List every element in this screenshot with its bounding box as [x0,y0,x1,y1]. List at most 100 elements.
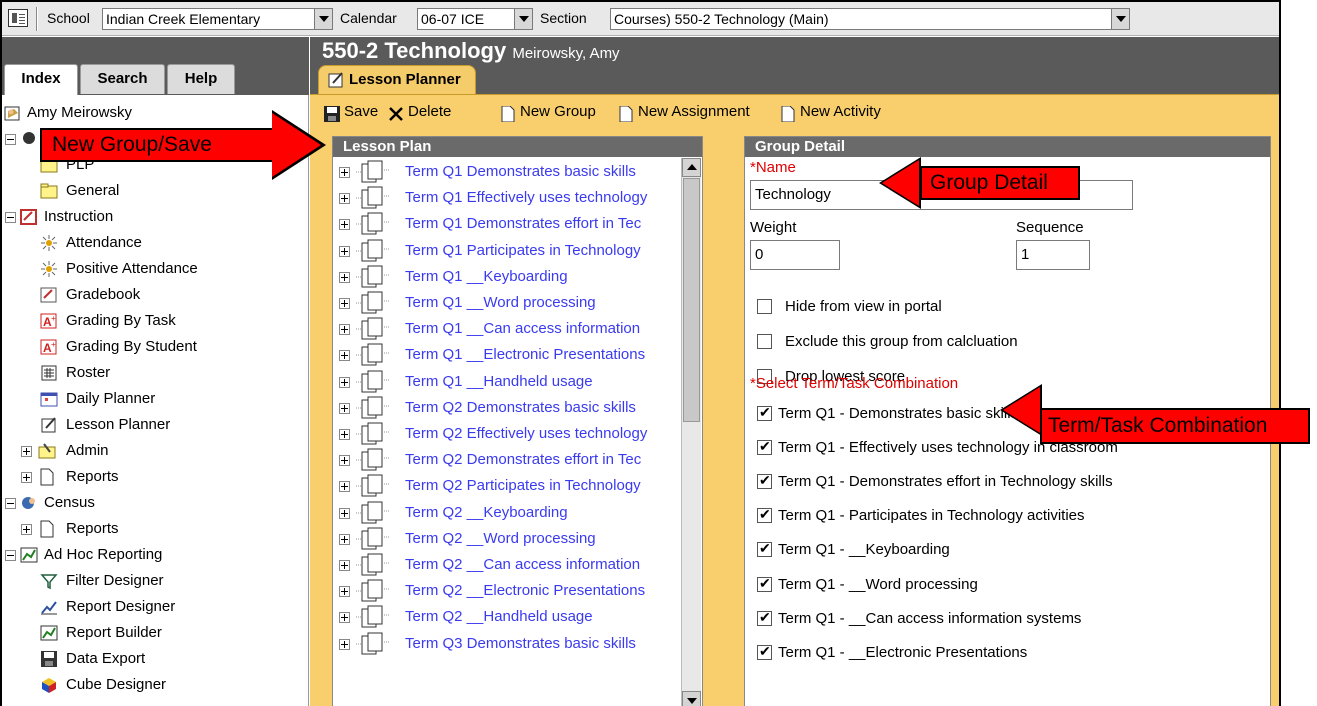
expand-icon[interactable] [339,638,350,650]
tab-index[interactable]: Index [4,64,78,95]
lesson-plan-row[interactable]: Term Q1 Demonstrates basic skills [339,159,697,185]
expand-icon[interactable] [339,219,350,231]
lesson-plan-row[interactable]: Term Q1 Participates in Technology [339,238,697,264]
calendar-select[interactable]: 06-07 ICE [417,8,533,30]
lesson-plan-row-label: Term Q1 Demonstrates basic skills [405,163,636,180]
expand-icon[interactable] [339,324,350,336]
scroll-up-icon[interactable] [682,158,701,177]
tree-item-label: Positive Attendance [66,260,198,277]
lesson-plan-row[interactable]: Term Q2 __Can access information [339,552,697,578]
expand-icon[interactable] [339,271,350,283]
report-icon [20,547,38,563]
option-label: Exclude this group from calcluation [785,333,1018,350]
lesson-item-icon [356,186,390,209]
expand-icon[interactable] [339,350,350,362]
lesson-item-icon [356,239,390,262]
term-task-checkbox[interactable] [757,575,772,592]
tab-search[interactable]: Search [80,64,165,94]
collapse-icon[interactable] [5,212,16,223]
term-task-checkbox[interactable] [757,540,772,558]
lesson-plan-row[interactable]: Term Q2 __Handheld usage [339,604,697,630]
chevron-down-icon[interactable] [514,9,532,29]
term-task-checkbox[interactable] [757,472,772,490]
expand-icon[interactable] [339,245,350,257]
lesson-plan-row[interactable]: Term Q2 __Electronic Presentations [339,578,697,604]
expand-icon[interactable] [21,472,32,483]
tab-help[interactable]: Help [167,64,235,94]
expand-icon[interactable] [339,455,350,467]
lesson-plan-row[interactable]: Term Q2 Effectively uses technology [339,421,697,447]
lesson-plan-header: Lesson Plan [333,137,702,157]
lesson-plan-row[interactable]: Term Q1 __Keyboarding [339,264,697,290]
lesson-plan-row[interactable]: Term Q2 __Keyboarding [339,500,697,526]
expand-icon[interactable] [339,612,350,624]
expand-icon[interactable] [339,376,350,388]
lesson-plan-row[interactable]: Term Q3 Demonstrates basic skills [339,631,697,657]
collapse-icon[interactable] [5,498,16,509]
term-task-checkbox[interactable] [757,506,772,524]
weight-field[interactable]: 0 [750,240,840,270]
expand-icon[interactable] [21,524,32,535]
chevron-down-icon[interactable] [314,9,332,29]
cube-icon [42,678,56,693]
scroll-down-icon[interactable] [682,691,701,706]
sequence-field[interactable]: 1 [1016,240,1090,270]
lesson-item-icon [356,527,390,550]
expand-icon[interactable] [339,167,350,178]
tab-lesson-planner[interactable]: Lesson Planner [318,65,476,95]
lesson-plan-row-label: Term Q2 __Electronic Presentations [405,582,646,600]
sidebar-toggle-icon[interactable] [8,9,28,27]
lesson-plan-row-label: Term Q1 __Can access information [405,320,641,338]
lesson-item-icon [356,579,390,602]
option-checkbox[interactable] [757,334,772,349]
expand-icon[interactable] [21,446,32,457]
nav-tabs: Index Search Help [2,37,309,95]
lesson-plan-row[interactable]: Term Q2 Demonstrates effort in Tec [339,447,697,473]
lesson-plan-row[interactable]: Term Q1 Demonstrates effort in Tec [339,211,697,237]
expand-icon[interactable] [339,560,350,571]
lesson-plan-panel: Lesson Plan Term Q1 Demonstrates basic s… [332,136,703,706]
collapse-icon[interactable] [5,134,16,145]
expand-icon[interactable] [339,586,350,598]
expand-icon[interactable] [339,533,350,545]
expand-icon[interactable] [339,429,350,440]
lesson-plan-scrollbar[interactable] [681,158,701,706]
expand-icon[interactable] [339,481,350,493]
term-task-checkbox[interactable] [757,438,772,456]
lesson-plan-row[interactable]: Term Q1 __Handheld usage [339,369,697,395]
lesson-plan-row[interactable]: Term Q1 __Word processing [339,290,697,316]
expand-icon[interactable] [339,507,350,519]
collapse-icon[interactable] [5,550,16,561]
lesson-plan-row[interactable]: Term Q2 Demonstrates basic skills [339,395,697,421]
lesson-plan-row[interactable]: Term Q1 Effectively uses technology [339,185,697,211]
tree-item-label: Daily Planner [66,390,156,407]
tree-item-label: General [66,182,120,199]
teacher-name: Meirowsky, Amy [512,45,620,62]
scroll-thumb[interactable] [683,178,700,422]
callout-text: Group Detail [930,171,1048,194]
callout-text: New Group/Save [52,133,212,156]
expand-icon[interactable] [339,298,350,309]
save-icon [324,106,340,122]
tree-item-label: Census [44,494,95,511]
section-select[interactable]: Courses) 550-2 Technology (Main) [610,8,1130,30]
term-task-checkbox[interactable] [757,609,772,626]
sequence-label: Sequence [1016,219,1084,236]
lesson-planner-icon [41,417,56,433]
lesson-plan-row[interactable]: Term Q1 __Can access information [339,316,697,342]
term-task-checkbox[interactable] [757,643,772,660]
lesson-plan-row-label: Term Q1 __Keyboarding [405,267,568,285]
chevron-down-icon[interactable] [1111,9,1129,29]
option-checkbox[interactable] [757,299,772,314]
lesson-plan-row[interactable]: Term Q2 Participates in Technology [339,473,697,499]
school-select[interactable]: Indian Creek Elementary [102,8,333,30]
lesson-plan-row[interactable]: Term Q1 __Electronic Presentations [339,342,697,368]
lesson-plan-row[interactable]: Term Q2 __Word processing [339,526,697,552]
lesson-item-icon [356,448,390,471]
expand-icon[interactable] [339,193,350,205]
option-label: Hide from view in portal [785,298,942,315]
tree-item-label: Data Export [66,650,146,667]
term-task-checkbox[interactable] [757,404,772,421]
expand-icon[interactable] [339,402,350,414]
name-label: *Name [750,159,796,176]
